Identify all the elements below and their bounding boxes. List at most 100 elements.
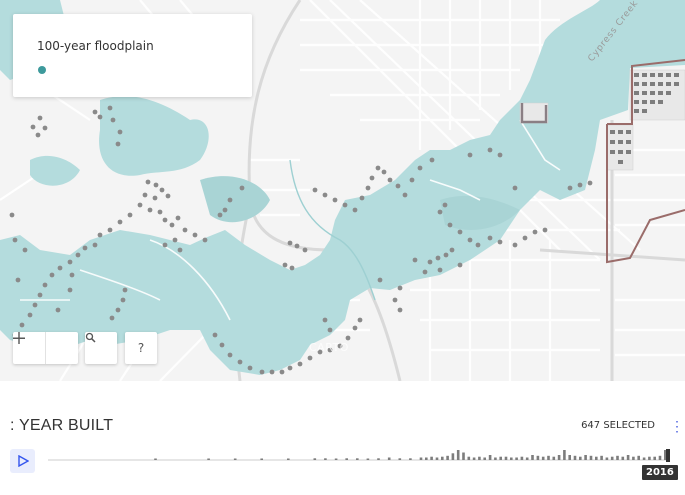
map-view[interactable]: Cypress Creek 100-year floodplain ? CART…: [0, 0, 685, 381]
histogram-bar: [610, 456, 614, 460]
home-marker: [107, 105, 113, 111]
histogram-bar: [605, 457, 609, 460]
zoom-in-button[interactable]: [13, 332, 78, 364]
home-marker: [422, 269, 428, 275]
home-marker: [145, 179, 151, 185]
magnifier-icon: [85, 332, 96, 343]
histogram-bar: [260, 458, 263, 460]
histogram-bar: [287, 458, 290, 460]
histogram-bar: [398, 458, 402, 460]
home-marker: [35, 132, 41, 138]
histogram-bar: [557, 455, 561, 460]
home-marker: [37, 292, 43, 298]
home-marker: [117, 129, 123, 135]
home-marker: [449, 247, 455, 253]
selected-count: 647 SELECTED: [581, 420, 655, 431]
home-marker: [487, 235, 493, 241]
histogram-bar: [313, 458, 317, 460]
home-marker: [37, 115, 43, 121]
home-marker: [9, 212, 15, 218]
home-marker: [512, 185, 518, 191]
home-marker: [467, 237, 473, 243]
help-button[interactable]: ?: [125, 332, 157, 364]
current-year-badge: 2016: [642, 465, 678, 480]
home-marker: [169, 222, 175, 228]
home-marker: [127, 212, 133, 218]
play-icon: [17, 455, 29, 467]
home-marker: [289, 265, 295, 271]
home-marker: [352, 325, 358, 331]
home-marker: [327, 327, 333, 333]
histogram-bar: [626, 455, 630, 460]
home-marker: [397, 307, 403, 313]
home-marker: [342, 202, 348, 208]
home-marker: [435, 255, 441, 261]
home-marker: [219, 342, 225, 348]
histogram-bar: [637, 455, 640, 460]
home-marker: [57, 265, 63, 271]
histogram-bar: [334, 458, 338, 460]
home-marker: [522, 235, 528, 241]
timeline-handle[interactable]: [666, 449, 670, 462]
histogram-bar: [446, 455, 449, 460]
home-marker: [82, 245, 88, 251]
home-marker: [332, 197, 338, 203]
histogram-bar: [621, 456, 625, 460]
histogram-bar: [356, 458, 359, 460]
home-marker: [487, 147, 493, 153]
home-marker: [165, 193, 171, 199]
home-marker: [162, 242, 168, 248]
home-marker: [443, 252, 449, 258]
plus-icon: [13, 332, 25, 344]
home-marker: [92, 109, 98, 115]
histogram-bar: [515, 457, 518, 460]
year-histogram[interactable]: [48, 446, 670, 464]
home-marker: [447, 222, 453, 228]
home-marker: [375, 165, 381, 171]
home-marker: [22, 247, 28, 253]
search-button[interactable]: [85, 332, 117, 364]
histogram-bar: [233, 458, 237, 460]
home-marker: [577, 182, 583, 188]
histogram-bar: [568, 455, 571, 460]
legend-panel: 100-year floodplain: [13, 14, 252, 97]
home-marker: [109, 315, 115, 321]
home-marker: [322, 317, 328, 323]
histogram-bar: [653, 456, 656, 460]
histogram-bar: [387, 457, 391, 460]
home-marker: [402, 192, 408, 198]
histogram-bar: [430, 456, 433, 460]
histogram-bar: [579, 456, 582, 460]
home-marker: [42, 125, 48, 131]
home-marker: [237, 359, 243, 365]
play-button[interactable]: [10, 449, 35, 473]
home-marker: [182, 227, 188, 233]
home-marker: [269, 369, 275, 375]
panel-title: : YEAR BUILT: [10, 417, 114, 434]
home-marker: [532, 229, 538, 235]
histogram-bar: [499, 456, 502, 460]
home-marker: [345, 335, 351, 341]
histogram-bar: [478, 456, 481, 460]
home-marker: [352, 207, 358, 213]
home-marker: [312, 187, 318, 193]
home-marker: [359, 195, 365, 201]
home-marker: [222, 207, 228, 213]
histogram-bar: [536, 455, 540, 460]
home-marker: [392, 297, 398, 303]
histogram-bar: [472, 457, 476, 460]
home-marker: [412, 257, 418, 263]
histogram-bar: [510, 457, 513, 460]
home-marker: [122, 287, 128, 293]
histogram-bar: [366, 458, 370, 460]
home-marker: [153, 182, 159, 188]
histogram-bar: [467, 456, 471, 460]
home-marker: [387, 177, 393, 183]
home-marker: [152, 195, 158, 201]
histogram-bar: [419, 457, 423, 460]
kebab-menu-icon[interactable]: ⋮: [670, 417, 684, 435]
home-marker: [55, 307, 61, 313]
home-marker: [377, 277, 383, 283]
histogram-bar: [616, 455, 619, 460]
histogram-bar: [494, 457, 497, 460]
